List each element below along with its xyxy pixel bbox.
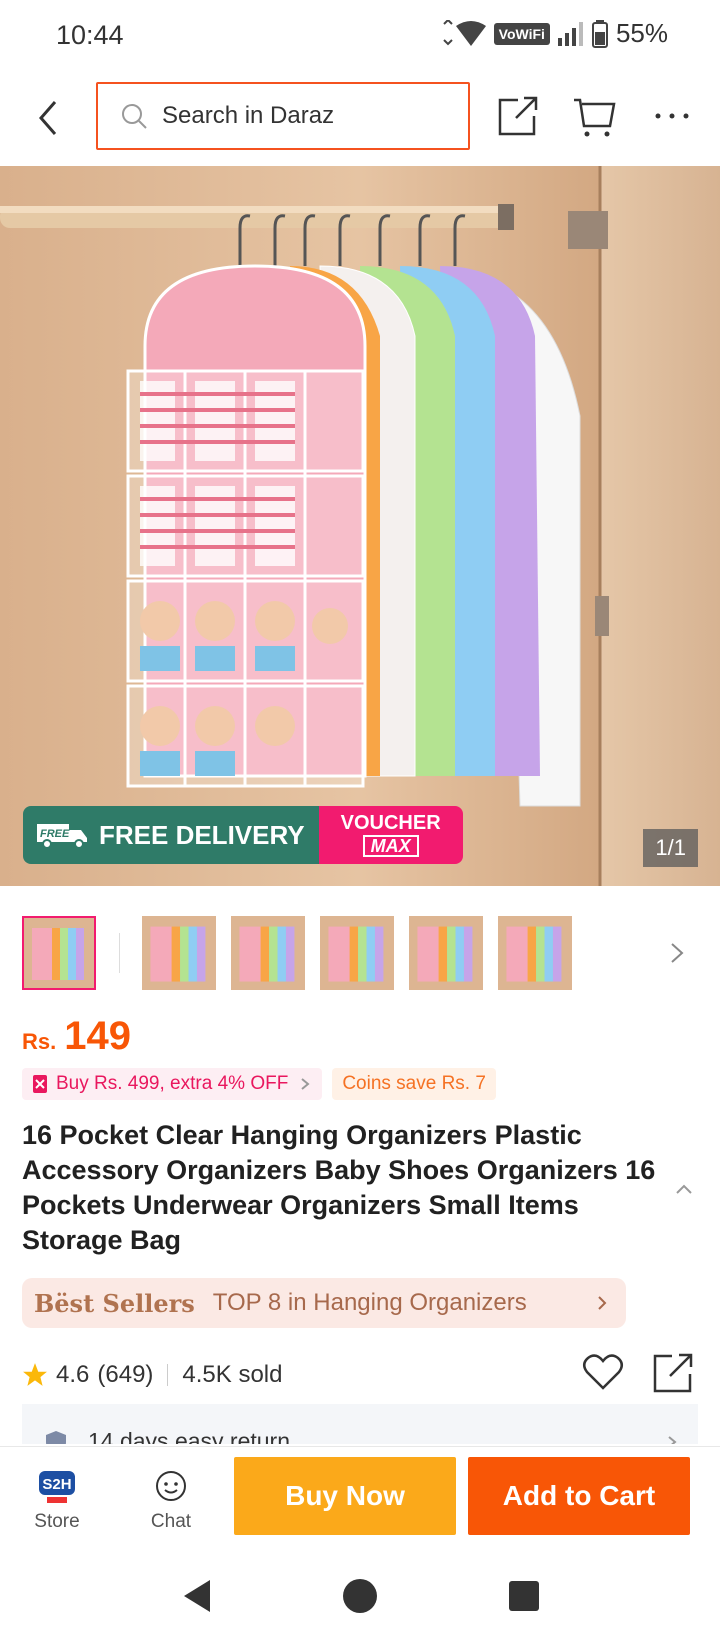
price-currency: Rs.	[22, 1029, 57, 1054]
product-photo	[0, 166, 720, 886]
battery-icon	[591, 19, 608, 48]
search-input[interactable]: Search in Daraz	[96, 82, 470, 150]
back-arrow-icon	[39, 101, 57, 135]
thumbnail-image	[498, 916, 572, 990]
free-badge-text: FREE	[40, 828, 70, 840]
chevron-right-icon	[598, 1296, 607, 1310]
add-to-cart-button[interactable]: Add to Cart	[468, 1457, 690, 1535]
thumbnails-next-icon[interactable]	[662, 934, 692, 972]
signal-icon	[557, 21, 583, 46]
search-icon	[122, 104, 147, 129]
system-nav-bar	[0, 1556, 720, 1640]
product-title: 16 Pocket Clear Hanging Organizers Plast…	[22, 1120, 656, 1255]
vowifi-badge: VoWiFi	[493, 22, 550, 45]
image-page-counter: 1/1	[643, 829, 698, 867]
store-button[interactable]: S2H Store	[20, 1469, 94, 1533]
price-amount: 149	[64, 1014, 131, 1058]
nav-home-icon[interactable]	[340, 1576, 380, 1616]
return-policy-text: 14 days easy return	[88, 1428, 291, 1444]
nav-back-icon[interactable]	[178, 1576, 218, 1616]
voucher-max-badge: VOUCHER MAX	[318, 806, 463, 864]
sold-count: 4.5K sold	[182, 1361, 283, 1388]
thumbnail-6[interactable]	[498, 916, 572, 990]
voucher-icon	[33, 1075, 47, 1093]
thumbnail-1[interactable]	[22, 916, 96, 990]
thumbnail-image	[320, 916, 394, 990]
share-icon[interactable]	[496, 94, 540, 138]
thumbnail-2[interactable]	[142, 916, 216, 990]
thumbnail-3[interactable]	[231, 916, 305, 990]
best-sellers-rank: TOP 8 in Hanging Organizers	[212, 1289, 527, 1316]
voucher-max-label: MAX	[362, 835, 419, 857]
voucher-label: VOUCHER	[340, 812, 441, 834]
more-options-icon[interactable]	[650, 94, 694, 138]
promo-banner: FREE FREE DELIVERY VOUCHER MAX	[23, 806, 463, 864]
product-image[interactable]: FREE FREE DELIVERY VOUCHER MAX 1/1	[0, 166, 720, 886]
best-sellers-label: Bëst Sellers	[34, 1288, 195, 1318]
thumbnail-4[interactable]	[320, 916, 394, 990]
best-sellers-banner[interactable]: Bëst Sellers TOP 8 in Hanging Organizers	[22, 1278, 626, 1328]
rating-divider	[167, 1364, 169, 1386]
thumbnail-image	[409, 916, 483, 990]
chevron-right-icon	[668, 1436, 677, 1444]
star-icon	[23, 1363, 47, 1386]
status-time: 10:44	[56, 20, 124, 50]
wifi-icon	[442, 19, 486, 46]
thumbnail-image	[231, 916, 305, 990]
nav-recents-icon[interactable]	[504, 1576, 544, 1616]
heart-icon[interactable]	[582, 1352, 624, 1392]
bulk-discount-text: Buy Rs. 499, extra 4% OFF	[56, 1073, 289, 1094]
chat-icon	[156, 1471, 186, 1501]
top-header: Search in Daraz	[0, 72, 720, 164]
chat-label: Chat	[150, 1511, 192, 1532]
rating-score: 4.6	[56, 1361, 90, 1388]
bulk-discount-chip[interactable]: Buy Rs. 499, extra 4% OFF	[22, 1068, 323, 1100]
thumbnail-divider	[119, 933, 120, 973]
bottom-action-bar: S2H Store Chat Buy Now Add to Cart	[0, 1446, 720, 1556]
free-delivery-label: FREE DELIVERY	[99, 819, 305, 850]
thumbnail-5[interactable]	[409, 916, 483, 990]
coins-text: Coins save Rs. 7	[342, 1073, 486, 1094]
chat-button[interactable]: Chat	[134, 1469, 208, 1533]
thumbnail-image	[142, 916, 216, 990]
store-logo-icon: S2H	[39, 1471, 75, 1503]
promo-chips: Buy Rs. 499, extra 4% OFF Coins save Rs.…	[22, 1068, 496, 1100]
battery-percent: 55%	[615, 18, 668, 48]
buy-now-button[interactable]: Buy Now	[234, 1457, 456, 1535]
delivery-truck-icon: FREE	[37, 824, 87, 849]
thumbnail-image	[24, 918, 94, 988]
search-placeholder: Search in Daraz	[162, 102, 335, 129]
chevron-right-icon	[301, 1078, 310, 1090]
store-label: Store	[34, 1511, 80, 1532]
back-button[interactable]	[28, 92, 68, 144]
svg-text:S2H: S2H	[42, 1476, 71, 1493]
shield-icon	[46, 1431, 66, 1444]
coins-chip: Coins save Rs. 7	[332, 1068, 496, 1100]
status-icons: VoWiFi 55%	[440, 18, 668, 49]
product-price: Rs. 149	[22, 1014, 131, 1059]
cart-icon[interactable]	[572, 94, 616, 138]
status-bar: 10:44 VoWiFi 55%	[0, 0, 720, 72]
image-thumbnails	[22, 914, 702, 992]
return-policy-row[interactable]: 14 days easy return	[22, 1404, 698, 1444]
free-delivery-badge: FREE FREE DELIVERY	[23, 806, 319, 864]
share-icon[interactable]	[652, 1352, 694, 1394]
collapse-title-icon[interactable]	[672, 1178, 696, 1202]
rating-count: (649)	[97, 1361, 154, 1388]
